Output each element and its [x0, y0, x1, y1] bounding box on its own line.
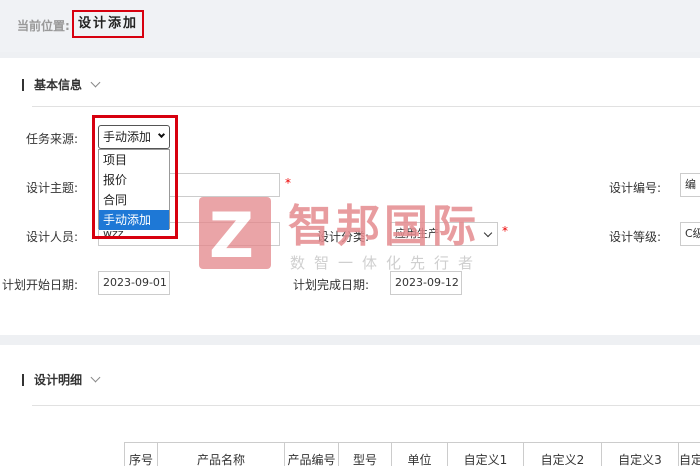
- code-input[interactable]: 编: [680, 173, 700, 197]
- section-bar: [22, 373, 24, 386]
- designer-label: 设计人员:: [26, 230, 79, 244]
- dropdown-option-project[interactable]: 项目: [99, 150, 169, 170]
- section-bar: [22, 78, 24, 91]
- end-date-label: 计划完成日期:: [293, 278, 370, 292]
- basic-info-header[interactable]: 基本信息: [22, 76, 101, 93]
- breadcrumb-label: 当前位置:: [17, 19, 70, 33]
- required-mark: *: [502, 224, 508, 238]
- breadcrumb-current: 设计添加: [72, 10, 144, 38]
- divider: [32, 405, 700, 406]
- category-label: 设计分类:: [317, 230, 370, 244]
- chevron-down-icon: [90, 77, 101, 88]
- detail-table-header: 序号 产品名称 产品编号 型号 单位 自定义1 自定义2 自定义3 自定: [124, 442, 700, 466]
- basic-info-title: 基本信息: [34, 78, 83, 92]
- category-value: 应用生产: [395, 227, 439, 240]
- chevron-down-icon: [90, 372, 101, 383]
- source-label: 任务来源:: [26, 132, 79, 146]
- column-header: 自定义2: [524, 443, 602, 466]
- column-header: 自定义3: [602, 443, 679, 466]
- column-header: 自定义1: [448, 443, 524, 466]
- breadcrumb: 当前位置: 设计添加: [0, 0, 700, 52]
- divider: [32, 106, 700, 107]
- start-date-label: 计划开始日期:: [2, 278, 79, 292]
- dropdown-option-contract[interactable]: 合同: [99, 190, 169, 210]
- source-select[interactable]: 手动添加: [98, 125, 170, 149]
- column-header: 产品编号: [285, 443, 339, 466]
- start-date-input[interactable]: 2023-09-01: [98, 271, 170, 295]
- column-header: 单位: [392, 443, 448, 466]
- dropdown-option-quote[interactable]: 报价: [99, 170, 169, 190]
- column-header: 型号: [339, 443, 392, 466]
- grade-label: 设计等级:: [609, 230, 662, 244]
- code-label: 设计编号:: [609, 181, 662, 195]
- source-value: 手动添加: [103, 130, 152, 144]
- source-dropdown: 项目 报价 合同 手动添加: [98, 149, 170, 230]
- grade-select[interactable]: C级: [680, 222, 700, 246]
- chevron-down-icon: [483, 228, 493, 238]
- required-mark: *: [285, 176, 291, 190]
- column-header: 序号: [125, 443, 158, 466]
- detail-title: 设计明细: [34, 373, 83, 387]
- end-date-input[interactable]: 2023-09-12: [390, 271, 462, 295]
- chevron-down-icon: [157, 130, 166, 139]
- column-header: 自定: [679, 453, 700, 466]
- category-select[interactable]: 应用生产: [390, 222, 498, 246]
- subject-label: 设计主题:: [26, 181, 79, 195]
- column-header: 产品名称: [158, 443, 285, 466]
- dropdown-option-manual[interactable]: 手动添加: [99, 210, 169, 230]
- detail-header[interactable]: 设计明细: [22, 371, 101, 388]
